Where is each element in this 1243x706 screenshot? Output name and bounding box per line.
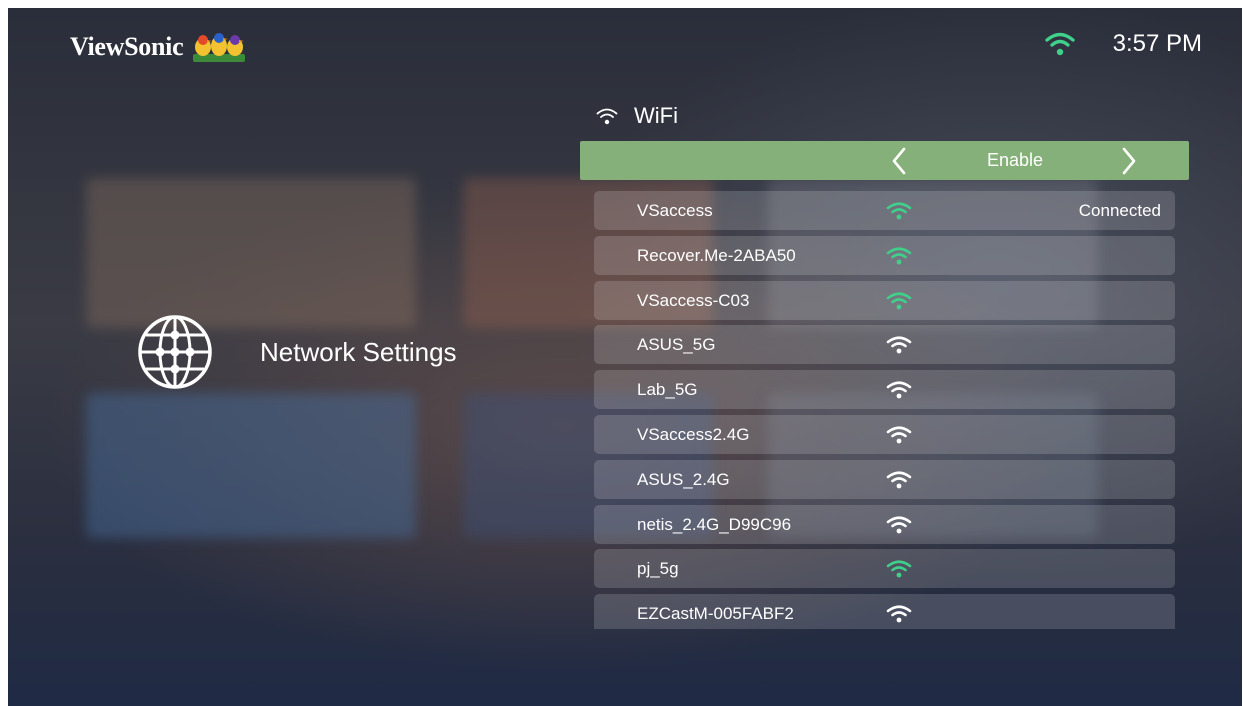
wifi-signal-icon bbox=[886, 247, 912, 265]
network-row[interactable]: VSaccess2.4G bbox=[594, 414, 1175, 454]
network-row[interactable]: EZCastM-005FABF2 bbox=[594, 594, 1175, 629]
network-row[interactable]: Lab_5G bbox=[594, 370, 1175, 410]
network-name: ASUS_5G bbox=[637, 335, 716, 355]
wifi-signal-icon bbox=[886, 516, 912, 533]
wifi-signal-icon bbox=[886, 381, 912, 399]
network-name: VSaccess bbox=[637, 201, 713, 220]
network-name: netis_2.4G_D99C96 bbox=[637, 514, 792, 534]
network-name: VSaccess2.4G bbox=[637, 424, 750, 444]
brand-name: ViewSonic bbox=[70, 32, 184, 61]
chevron-right-icon bbox=[1122, 147, 1136, 174]
next-option-button[interactable] bbox=[1114, 141, 1144, 180]
viewsonic-logo: ViewSonic bbox=[70, 30, 247, 64]
wifi-label: WiFi bbox=[634, 103, 678, 128]
network-row[interactable]: Recover.Me-2ABA50 bbox=[594, 235, 1175, 275]
wifi-icon bbox=[596, 108, 618, 125]
network-row[interactable]: VSaccess-C03 bbox=[594, 280, 1175, 320]
screen: ViewSonic 3:57 PM Network Settings WiFi … bbox=[8, 8, 1242, 706]
wifi-signal-icon bbox=[886, 605, 912, 623]
network-row[interactable]: netis_2.4G_D99C96 bbox=[594, 504, 1175, 544]
birds-logo-icon bbox=[193, 33, 246, 62]
network-row[interactable]: ASUS_5G bbox=[594, 325, 1175, 365]
network-name: VSaccess-C03 bbox=[637, 290, 750, 310]
background-tile bbox=[86, 393, 416, 538]
globe-network-icon bbox=[138, 315, 212, 389]
wifi-signal-icon bbox=[886, 202, 912, 220]
previous-option-button[interactable] bbox=[884, 141, 914, 180]
background-tile bbox=[86, 178, 416, 328]
wifi-status-icon bbox=[1044, 32, 1075, 56]
network-name: ASUS_2.4G bbox=[637, 469, 730, 489]
network-row[interactable]: pj_5g bbox=[594, 549, 1175, 589]
network-row[interactable]: VSaccess Connected bbox=[594, 191, 1175, 230]
network-name: pj_5g bbox=[637, 559, 679, 579]
wifi-enable-selector[interactable]: Enable bbox=[580, 141, 1189, 180]
chevron-left-icon bbox=[892, 147, 906, 174]
page-title: Network Settings bbox=[260, 336, 457, 367]
network-status: Connected bbox=[1078, 201, 1161, 220]
wifi-enable-value: Enable bbox=[986, 150, 1044, 170]
status-bar: 3:57 PM bbox=[1044, 30, 1202, 58]
network-row[interactable]: ASUS_2.4G bbox=[594, 459, 1175, 499]
network-list: VSaccess Connected Recover.Me-2ABA50 VSacce… bbox=[594, 191, 1175, 629]
network-settings-section: Network Settings bbox=[136, 313, 457, 391]
wifi-signal-icon bbox=[886, 471, 912, 489]
wifi-signal-icon bbox=[886, 336, 912, 354]
clock: 3:57 PM bbox=[1112, 30, 1202, 57]
wifi-signal-icon bbox=[886, 292, 912, 309]
wifi-header: WiFi bbox=[596, 103, 678, 129]
network-name: Lab_5G bbox=[637, 380, 698, 400]
network-name: EZCastM-005FABF2 bbox=[637, 604, 794, 624]
network-name: Recover.Me-2ABA50 bbox=[637, 245, 796, 265]
wifi-signal-icon bbox=[886, 560, 912, 578]
wifi-signal-icon bbox=[886, 426, 912, 444]
